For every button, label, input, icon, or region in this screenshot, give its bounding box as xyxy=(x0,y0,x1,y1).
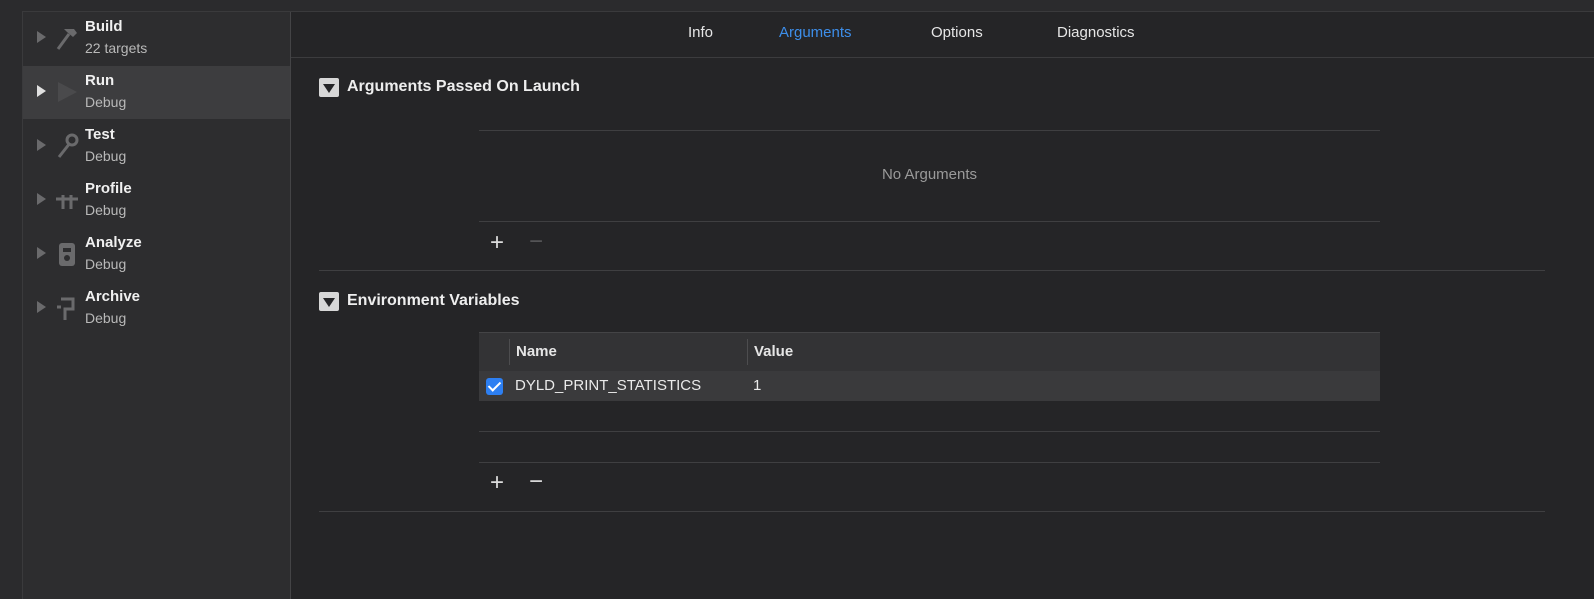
sidebar-item-title: Profile xyxy=(85,180,132,197)
tab-diagnostics[interactable]: Diagnostics xyxy=(1057,24,1135,41)
disclosure-triangle-icon[interactable] xyxy=(37,85,46,97)
remove-variable-button[interactable]: − xyxy=(529,470,543,494)
disclosure-triangle-icon[interactable] xyxy=(37,193,46,205)
play-icon xyxy=(58,82,77,102)
collapse-triangle-icon[interactable] xyxy=(319,292,339,311)
sidebar-item-title: Test xyxy=(85,126,115,143)
section-divider xyxy=(319,270,1545,271)
column-header-value[interactable]: Value xyxy=(754,343,793,360)
environment-variables-table: Name Value DYLD_PRINT_STATISTICS 1 xyxy=(479,332,1380,401)
tab-info[interactable]: Info xyxy=(688,24,713,41)
variable-value-cell[interactable]: 1 xyxy=(753,377,761,394)
scheme-editor-window: Build 22 targets Run Debug Test Debug Pr… xyxy=(22,11,1594,599)
sidebar-item-run[interactable]: Run Debug xyxy=(23,66,290,119)
sidebar-item-subtitle: Debug xyxy=(85,148,127,164)
sidebar-item-test[interactable]: Test Debug xyxy=(23,120,290,173)
collapse-triangle-icon[interactable] xyxy=(319,78,339,97)
sidebar-item-subtitle: Debug xyxy=(85,256,127,272)
sidebar-item-subtitle: Debug xyxy=(85,310,127,326)
column-header-name[interactable]: Name xyxy=(516,343,557,360)
section-title: Environment Variables xyxy=(347,292,520,309)
divider xyxy=(479,462,1380,463)
table-header: Name Value xyxy=(479,332,1380,371)
analyze-icon xyxy=(59,243,75,266)
variable-name-cell[interactable]: DYLD_PRINT_STATISTICS xyxy=(515,377,701,394)
sidebar-item-subtitle: Debug xyxy=(85,94,127,110)
table-row[interactable]: DYLD_PRINT_STATISTICS 1 xyxy=(479,371,1380,401)
sidebar-item-build[interactable]: Build 22 targets xyxy=(23,12,290,65)
tab-bar: Info Arguments Options Diagnostics xyxy=(291,12,1594,58)
archive-icon xyxy=(57,297,75,320)
disclosure-triangle-icon[interactable] xyxy=(37,139,46,151)
scheme-action-sidebar: Build 22 targets Run Debug Test Debug Pr… xyxy=(23,12,291,599)
sidebar-item-analyze[interactable]: Analyze Debug xyxy=(23,228,290,281)
hammer-icon xyxy=(56,29,77,50)
column-separator[interactable] xyxy=(747,339,748,365)
wrench-icon xyxy=(57,133,79,158)
divider xyxy=(479,221,1380,222)
sidebar-item-title: Build xyxy=(85,18,123,35)
scheme-detail-pane: Info Arguments Options Diagnostics Argum… xyxy=(291,12,1594,599)
section-divider xyxy=(319,511,1545,512)
tab-arguments[interactable]: Arguments xyxy=(779,24,852,41)
section-title: Arguments Passed On Launch xyxy=(347,78,580,95)
sidebar-item-title: Analyze xyxy=(85,234,142,251)
divider xyxy=(479,130,1380,131)
sidebar-item-subtitle: 22 targets xyxy=(85,40,148,56)
empty-arguments-label: No Arguments xyxy=(881,166,978,183)
sidebar-item-subtitle: Debug xyxy=(85,202,127,218)
column-separator xyxy=(509,339,510,365)
tab-options[interactable]: Options xyxy=(931,24,983,41)
add-argument-button[interactable]: + xyxy=(490,231,504,255)
add-variable-button[interactable]: + xyxy=(490,471,504,495)
remove-argument-button[interactable]: − xyxy=(529,230,543,254)
disclosure-triangle-icon[interactable] xyxy=(37,31,46,43)
sidebar-item-title: Run xyxy=(85,72,115,89)
sidebar-item-profile[interactable]: Profile Debug xyxy=(23,174,290,227)
enabled-checkbox[interactable] xyxy=(486,378,503,395)
divider xyxy=(479,431,1380,432)
gauge-icon xyxy=(56,195,78,209)
disclosure-triangle-icon[interactable] xyxy=(37,247,46,259)
sidebar-item-title: Archive xyxy=(85,288,141,305)
sidebar-item-archive[interactable]: Archive Debug xyxy=(23,282,290,335)
disclosure-triangle-icon[interactable] xyxy=(37,301,46,313)
